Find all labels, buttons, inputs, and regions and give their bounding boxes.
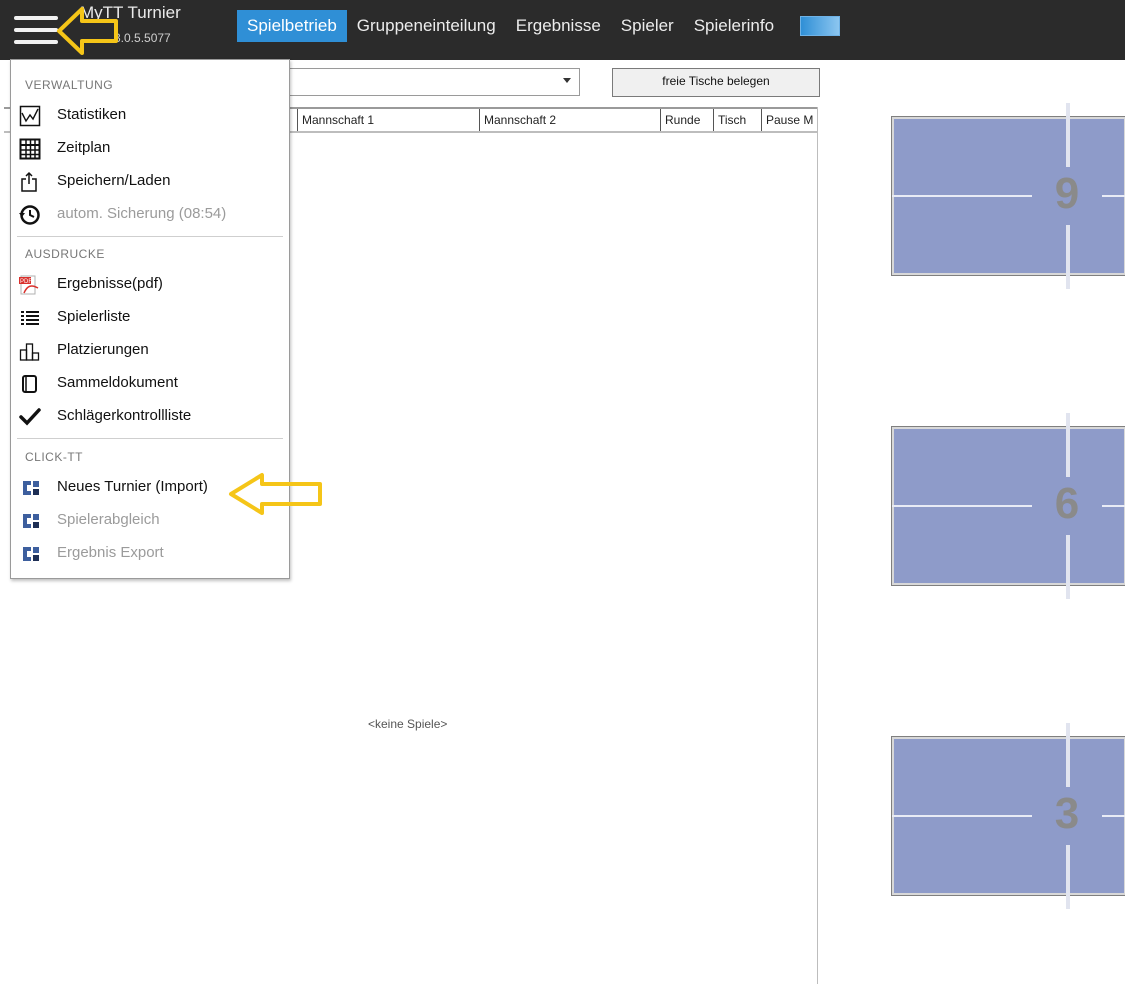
menu-item-label: Ergebnisse(pdf) — [57, 275, 163, 292]
menu-item-label: Speichern/Laden — [57, 172, 171, 189]
menu-item-platzierungen[interactable]: Platzierungen — [17, 336, 283, 366]
share-icon — [21, 171, 37, 192]
svg-text:PDF: PDF — [20, 279, 32, 285]
menu-item-label: Sammeldokument — [57, 374, 178, 391]
column-header-table[interactable]: Tisch — [714, 109, 762, 131]
section-header-clicktt: CLICK-TT — [25, 450, 83, 464]
app-version: 3.0.5.5077 — [114, 31, 171, 45]
column-header-pause[interactable]: Pause M — [762, 109, 817, 131]
tab-ergebnisse[interactable]: Ergebnisse — [506, 10, 611, 42]
tab-gruppeneinteilung[interactable]: Gruppeneinteilung — [347, 10, 506, 42]
menu-item-label: Schlägerkontrollliste — [57, 407, 192, 424]
checkmark-icon — [19, 408, 41, 426]
menu-item-sammeldokument[interactable]: Sammeldokument — [17, 369, 283, 399]
clicktt-logo-icon — [23, 514, 39, 528]
menu-item-spielerliste[interactable]: Spielerliste — [17, 303, 283, 333]
chart-icon — [19, 105, 41, 127]
tab-spieler[interactable]: Spieler — [611, 10, 684, 42]
table-number: 6 — [1054, 479, 1080, 528]
column-header-team1[interactable]: Mannschaft 1 — [298, 109, 480, 131]
menu-item-speichern-laden[interactable]: Speichern/Laden — [17, 167, 283, 197]
clicktt-logo-icon — [23, 547, 39, 561]
main-tabs: Spielbetrieb Gruppeneinteilung Ergebniss… — [237, 10, 841, 42]
menu-separator — [17, 236, 283, 237]
table-tile-6[interactable]: 6 — [891, 413, 1125, 599]
menu-item-schlaegerkontrollliste[interactable]: Schlägerkontrollliste — [17, 402, 283, 432]
menu-item-label: Neues Turnier (Import) — [57, 478, 208, 495]
menu-item-auto-sicherung[interactable]: autom. Sicherung (08:54) — [17, 200, 283, 230]
section-header-verwaltung: VERWALTUNG — [25, 78, 114, 92]
table-number: 3 — [1054, 789, 1080, 838]
menu-item-ergebnisse-pdf[interactable]: PDF Ergebnisse(pdf) — [17, 270, 283, 300]
podium-icon — [19, 343, 40, 361]
filter-combobox[interactable] — [275, 68, 580, 96]
menu-item-statistiken[interactable]: Statistiken — [17, 101, 283, 131]
empty-grid-message: <keine Spiele> — [368, 717, 448, 731]
table-tile-3[interactable]: 3 — [891, 723, 1125, 909]
menu-item-label: Spielerabgleich — [57, 511, 160, 528]
highlight-arrow-icon — [229, 473, 322, 515]
table-tile-9[interactable]: 9 — [891, 103, 1125, 289]
pdf-icon: PDF — [19, 275, 39, 295]
hamburger-menu-button[interactable] — [14, 14, 58, 46]
blue-gradient-tab-icon[interactable] — [800, 16, 841, 36]
column-header-team2[interactable]: Mannschaft 2 — [480, 109, 661, 131]
document-icon — [22, 375, 37, 393]
section-header-ausdrucke: AUSDRUCKE — [25, 247, 105, 261]
highlight-arrow-icon — [57, 7, 118, 55]
menu-item-label: Spielerliste — [57, 308, 131, 325]
menu-item-label: Statistiken — [57, 106, 127, 123]
clicktt-logo-icon — [23, 481, 39, 495]
column-header-round[interactable]: Runde — [661, 109, 714, 131]
tab-spielbetrieb[interactable]: Spielbetrieb — [237, 10, 347, 42]
menu-item-label: autom. Sicherung (08:54) — [57, 205, 227, 222]
menu-item-label: Platzierungen — [57, 341, 149, 358]
free-tables-button[interactable]: freie Tische belegen — [612, 68, 820, 97]
menu-separator — [17, 438, 283, 439]
history-icon — [19, 205, 40, 225]
dropdown-arrow-icon — [563, 78, 571, 83]
menu-item-label: Zeitplan — [57, 139, 111, 156]
grid-icon — [19, 138, 41, 160]
tab-spielerinfo[interactable]: Spielerinfo — [684, 10, 784, 42]
menu-item-label: Ergebnis Export — [57, 544, 164, 561]
list-icon — [21, 311, 39, 325]
top-bar: MyTT Turnier 3.0.5.5077 Spielbetrieb Gru… — [0, 0, 1125, 60]
menu-item-zeitplan[interactable]: Zeitplan — [17, 134, 283, 164]
menu-item-ergebnis-export[interactable]: Ergebnis Export — [17, 539, 283, 569]
table-number: 9 — [1054, 169, 1080, 218]
